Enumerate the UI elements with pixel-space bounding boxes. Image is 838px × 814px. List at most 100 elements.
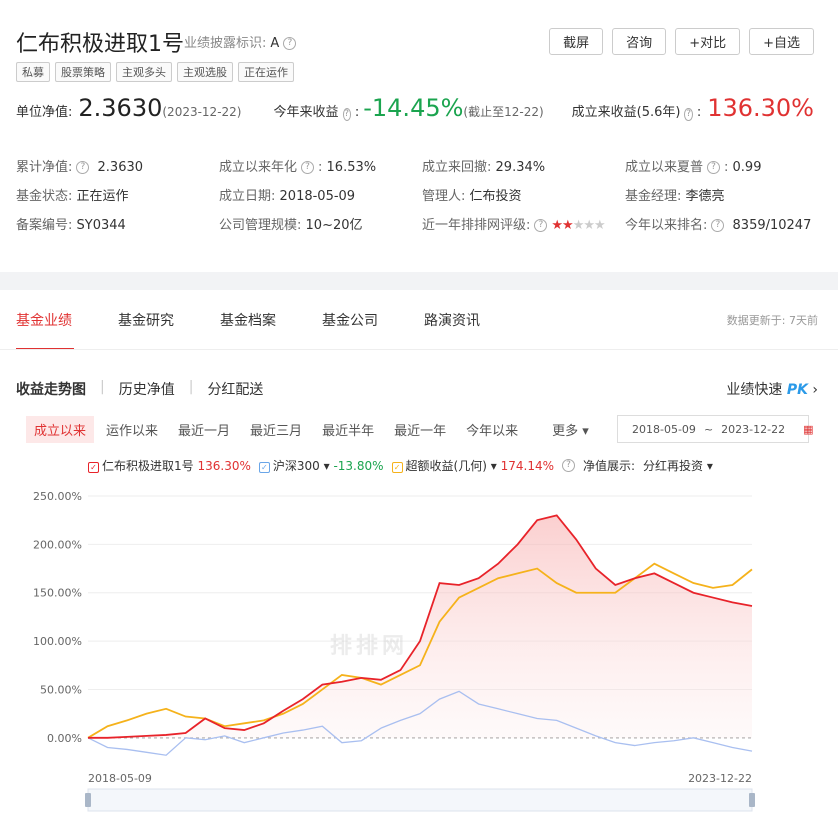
return-chart: 250.00% 200.00% 150.00% 100.00% 50.00% 0.00% 2… [33, 490, 755, 812]
info-value: 8359/10247 [732, 218, 812, 233]
info-item: 公司管理规模: 10~20亿 [219, 214, 422, 233]
fund-area [88, 515, 752, 738]
star-icon: ★ [572, 218, 585, 233]
header-button[interactable]: 咨询 [612, 28, 667, 55]
header-button[interactable]: 截屏 [549, 28, 604, 55]
info-item: 基金状态: 正在运作 [16, 185, 219, 204]
help-icon[interactable]: ? [562, 459, 575, 472]
help-icon[interactable]: ? [534, 219, 548, 232]
y-tick-label: 50.00% [40, 683, 82, 696]
help-icon[interactable]: ? [301, 161, 315, 174]
slider-handle-left[interactable] [85, 793, 91, 807]
legend-fund[interactable]: ✓ 仁布积极进取1号 136.30% [88, 457, 251, 474]
y-tick-label: 150.00% [33, 587, 82, 600]
tab-4[interactable]: 路演资讯 [424, 310, 480, 330]
range-option[interactable]: 最近半年 [314, 416, 382, 443]
subtab-1[interactable]: 历史净值 [119, 379, 175, 399]
nav-label: 单位净值: [16, 105, 73, 120]
chevron-right-icon: › [812, 382, 818, 398]
tab-0[interactable]: 基金业绩 [16, 310, 72, 330]
info-label: 备案编号: [16, 218, 73, 233]
info-label: 公司管理规模: [219, 218, 302, 233]
info-label: 管理人: [422, 189, 466, 204]
y-tick-label: 0.00% [47, 732, 82, 745]
y-tick-label: 250.00% [33, 490, 82, 503]
ytd-value: -14.45% [363, 94, 464, 122]
tab-1[interactable]: 基金研究 [118, 310, 174, 330]
subtab-0[interactable]: 收益走势图 [16, 379, 86, 399]
subtab-2[interactable]: 分红配送 [207, 379, 263, 399]
range-option[interactable]: 成立以来 [26, 416, 95, 443]
info-label: 成立日期: [219, 189, 276, 204]
main-tabs: 基金业绩 基金研究 基金档案 基金公司 路演资讯 [16, 310, 480, 330]
help-icon[interactable]: ? [283, 37, 297, 50]
chart-legend: ✓ 仁布积极进取1号 136.30% ✓ 沪深300 ▾ -13.80% ✓ 超额收益… [88, 457, 713, 474]
fund-title: 仁布积极进取1号 [16, 32, 184, 57]
info-item: 成立日期: 2018-05-09 [219, 185, 422, 204]
range-option[interactable]: 运作以来 [98, 416, 166, 443]
fund-tag: 私募 [16, 62, 50, 82]
info-value: 29.34% [495, 160, 546, 175]
help-icon[interactable]: ? [342, 108, 351, 121]
date-range-picker[interactable]: 2018-05-09 ~ 2023-12-22 ▦ [617, 415, 814, 443]
separator: | [100, 379, 105, 395]
tag-list: 私募 股票策略 主观多头 主观选股 正在运作 [16, 62, 294, 82]
info-item: 成立以来年化?: 16.53% [219, 160, 377, 175]
rating-stars: ★★★★★ [551, 218, 606, 233]
range-option[interactable]: 最近一年 [386, 416, 454, 443]
help-icon[interactable]: ? [684, 108, 693, 121]
slider-handle-right[interactable] [749, 793, 755, 807]
y-tick-label: 200.00% [33, 538, 82, 551]
since-value: 136.30% [707, 94, 814, 122]
info-value[interactable]: 仁布投资 [470, 189, 522, 204]
info-item: 基金经理: 李德亮 [625, 185, 826, 204]
header-button[interactable]: +自选 [749, 28, 814, 55]
info-label: 近一年排排网评级: [422, 218, 531, 233]
range-option[interactable]: 最近三月 [242, 416, 310, 443]
legend-excess[interactable]: ✓ 超额收益(几何) ▾ 174.14% [391, 457, 554, 474]
help-icon[interactable]: ? [707, 161, 721, 174]
display-select[interactable]: 分红再投资 ▾ [643, 457, 713, 474]
caret-down-icon: ▾ [490, 459, 497, 473]
star-icon: ★ [551, 218, 563, 233]
fund-tag: 主观选股 [177, 62, 233, 82]
fund-info-grid: 累计净值:? 2.3630 成立以来年化?: 16.53% 成立来回撤: 29.34… [16, 156, 826, 233]
info-value: SY0344 [76, 218, 126, 233]
info-item: 今年以来排名:? 8359/10247 [625, 214, 826, 233]
range-slider [87, 788, 753, 812]
disclosure-indicator: 业绩披露标识: A ? [184, 32, 297, 51]
info-value[interactable]: 李德亮 [686, 189, 725, 204]
info-label: 基金经理: [625, 189, 682, 204]
info-label: 累计净值: [16, 160, 73, 175]
performance-card: 基金业绩 基金研究 基金档案 基金公司 路演资讯 数据更新于: 7天前 收益走势图 | 历史… [0, 290, 838, 814]
pk-link[interactable]: 业绩快速 PK › [726, 379, 818, 399]
action-buttons: 截屏 咨询 +对比 +自选 [549, 28, 814, 55]
nav-value: 2.3630 [78, 94, 163, 122]
info-value: 10~20亿 [305, 218, 363, 233]
tab-3[interactable]: 基金公司 [322, 310, 378, 330]
star-icon: ★ [594, 218, 606, 233]
fund-tag: 主观多头 [116, 62, 172, 82]
info-label: 成立来回撤: [422, 160, 492, 175]
range-option[interactable]: 最近一月 [170, 416, 238, 443]
fund-summary-card: 仁布积极进取1号 业绩披露标识: A ? 私募 股票策略 主观多头 主观选股 正在运作 截… [0, 0, 838, 272]
help-icon[interactable]: ? [711, 219, 725, 232]
update-time: 数据更新于: 7天前 [726, 314, 818, 327]
x-tick-label: 2018-05-09 [88, 772, 152, 785]
range-option[interactable]: 更多 ▾ [544, 416, 597, 443]
header-button[interactable]: +对比 [675, 28, 741, 55]
ytd-label: 今年来收益 [273, 105, 339, 120]
range-option[interactable]: 今年以来 [458, 416, 526, 443]
ytd-note: (截止至12-22) [463, 105, 544, 119]
watermark: 排排网 [330, 634, 409, 659]
info-label: 基金状态: [16, 189, 73, 204]
checkbox-icon: ✓ [88, 462, 99, 473]
legend-index[interactable]: ✓ 沪深300 ▾ -13.80% [258, 457, 384, 474]
caret-down-icon: ▾ [323, 459, 330, 473]
tab-2[interactable]: 基金档案 [220, 310, 276, 330]
info-item: 成立来回撤: 29.34% [422, 156, 625, 175]
info-item: 备案编号: SY0344 [16, 214, 219, 233]
since-label: 成立来收益(5.6年) [571, 105, 681, 120]
info-value: 0.99 [732, 160, 762, 175]
help-icon[interactable]: ? [76, 161, 90, 174]
